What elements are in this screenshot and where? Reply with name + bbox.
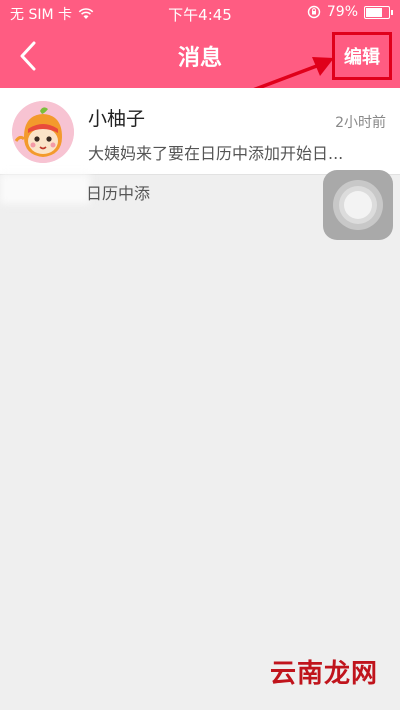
pomelo-mascot-avatar bbox=[12, 101, 74, 163]
faded-area bbox=[0, 174, 90, 204]
faded-text: 日历中添 bbox=[86, 184, 151, 203]
status-bar: 无 SIM 卡 下午4:45 79% bbox=[0, 0, 400, 26]
message-item[interactable]: 小柚子 2小时前 大姨妈来了要在日历中添加开始日... bbox=[0, 88, 400, 175]
edit-button-label: 编辑 bbox=[344, 47, 380, 68]
status-right: 79% bbox=[307, 4, 393, 20]
sender-name: 小柚子 bbox=[88, 108, 146, 130]
battery-fill bbox=[366, 7, 382, 17]
screen: 无 SIM 卡 下午4:45 79% 消息 编辑 小柚子 2小时前 大姨妈来了要… bbox=[0, 0, 400, 710]
avatar bbox=[12, 101, 74, 163]
assistive-touch-icon bbox=[333, 180, 383, 230]
assistive-touch-core bbox=[344, 191, 372, 219]
battery-icon bbox=[364, 5, 393, 19]
edit-button[interactable]: 编辑 bbox=[332, 32, 392, 80]
header: 无 SIM 卡 下午4:45 79% 消息 编辑 bbox=[0, 0, 400, 88]
message-time: 2小时前 bbox=[335, 115, 386, 131]
lock-rotation-icon bbox=[307, 5, 321, 19]
message-list: 小柚子 2小时前 大姨妈来了要在日历中添加开始日... bbox=[0, 88, 400, 175]
assistive-touch-button[interactable] bbox=[323, 170, 393, 240]
assistive-touch-ring bbox=[339, 186, 377, 224]
watermark: 云南龙网 bbox=[269, 659, 378, 689]
nav-bar: 消息 编辑 bbox=[0, 26, 400, 88]
battery-percent: 79% bbox=[326, 4, 358, 20]
message-preview: 大姨妈来了要在日历中添加开始日... bbox=[88, 144, 344, 163]
